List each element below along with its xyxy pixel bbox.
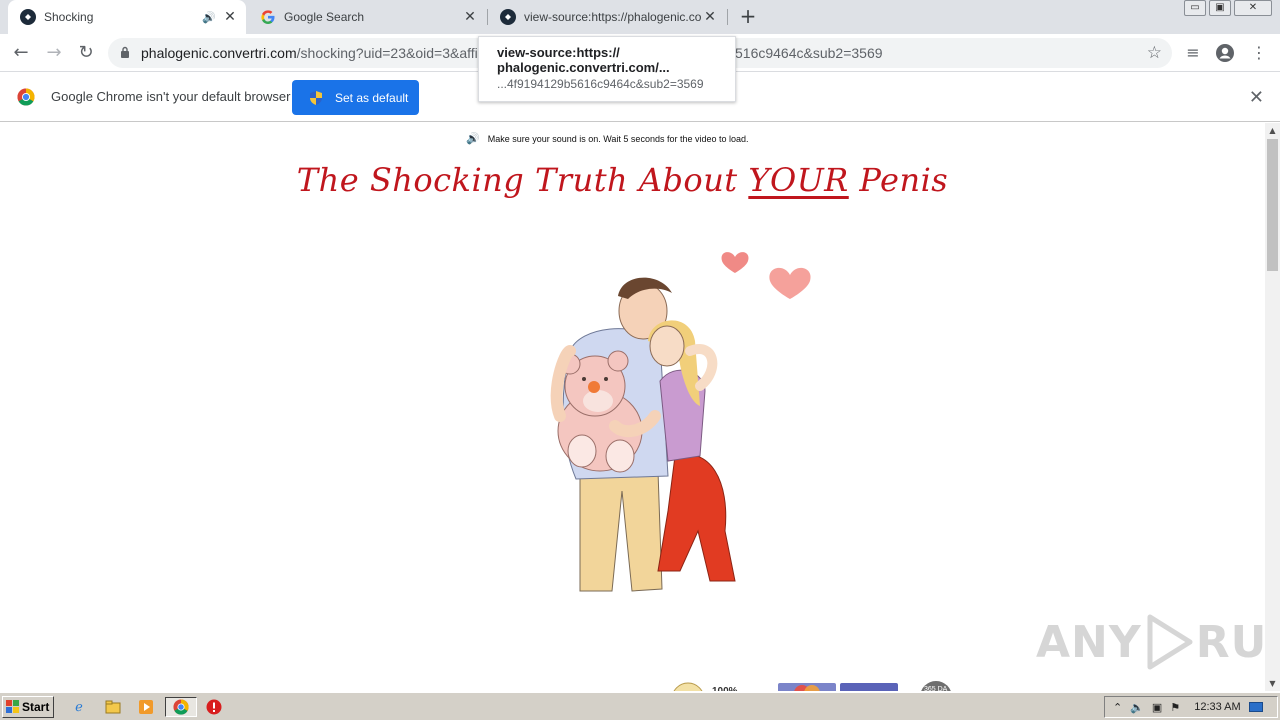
media-player-icon[interactable] <box>135 697 157 717</box>
infobar-close-icon[interactable]: ✕ <box>1249 87 1264 108</box>
tab-close-icon[interactable]: ✕ <box>702 9 718 25</box>
volume-icon[interactable]: 🔈 <box>1130 701 1144 714</box>
headline-part-1: The Shocking Truth About <box>296 161 749 199</box>
uac-shield-icon <box>310 90 322 105</box>
svg-text:365 DA: 365 DA <box>924 686 948 691</box>
internet-explorer-icon[interactable]: ℯ <box>68 697 90 717</box>
google-favicon-icon <box>260 9 276 25</box>
tab-strip: Shocking 🔊 ✕ Google Search ✕ view-source… <box>0 0 1280 34</box>
page-scrollbar[interactable]: ▲ ▼ <box>1265 123 1280 691</box>
minimize-button[interactable]: ▭ <box>1184 0 1206 16</box>
infobar-message: Google Chrome isn't your default browser <box>51 89 291 104</box>
speaker-icon: 🔊 <box>466 133 480 145</box>
trust-badges: 100% 365 DA <box>673 681 951 691</box>
tab-view-source[interactable]: view-source:https://phalogenic.conv ✕ <box>488 0 726 34</box>
back-arrow-icon[interactable]: ← <box>10 42 32 64</box>
profile-avatar-icon[interactable] <box>1215 43 1235 63</box>
url-tail: 516c9464c&sub2=3569 <box>735 45 883 61</box>
tab-close-icon[interactable]: ✕ <box>222 9 238 25</box>
scroll-down-arrow-icon[interactable]: ▼ <box>1265 676 1280 691</box>
url-path: /shocking?uid=23&oid=3&affi <box>296 45 478 61</box>
sound-note: 🔊 Make sure your sound is on. Wait 5 sec… <box>466 132 749 145</box>
watermark-right: RUN <box>1195 616 1265 668</box>
page-headline: The Shocking Truth About YOUR Penis <box>0 161 1245 199</box>
url-domain: phalogenic.convertri.com <box>141 45 297 61</box>
set-as-default-label: Set as default <box>335 90 409 105</box>
close-window-button[interactable]: ✕ <box>1234 0 1272 16</box>
start-label: Start <box>22 700 50 714</box>
headline-emphasis: YOUR <box>748 161 849 199</box>
tab-separator <box>727 9 728 25</box>
clock[interactable]: 12:33 AM <box>1194 701 1240 713</box>
windows-flag-icon <box>6 700 19 713</box>
stop-sign-icon[interactable] <box>203 697 225 717</box>
windows-taskbar: Start ℯ ⌃ 🔈 ▣ ⚑ 12:33 AM <box>0 692 1280 720</box>
headline-part-2: Penis <box>848 161 949 199</box>
new-tab-button[interactable]: + <box>738 6 758 26</box>
chrome-taskbar-icon[interactable] <box>165 697 197 717</box>
bookmark-star-icon[interactable]: ☆ <box>1147 43 1162 63</box>
tab-close-icon[interactable]: ✕ <box>462 9 478 25</box>
url-text[interactable]: phalogenic.convertri.com/shocking?uid=23… <box>141 45 478 61</box>
action-center-flag-icon[interactable]: ⚑ <box>1170 701 1180 714</box>
couple-illustration[interactable] <box>540 241 830 596</box>
site-favicon-icon <box>20 9 36 25</box>
watermark-left: ANY <box>1036 616 1142 668</box>
system-tray: ⌃ 🔈 ▣ ⚑ 12:33 AM <box>1104 696 1278 718</box>
tab-title: Shocking <box>44 10 94 24</box>
tab-title: Google Search <box>284 10 365 24</box>
tooltip-line-2: phalogenic.convertri.com/... <box>497 60 670 75</box>
anyrun-watermark: ANY RUN <box>1036 613 1265 671</box>
lock-icon[interactable] <box>120 46 130 59</box>
start-button[interactable]: Start <box>2 696 54 718</box>
tooltip-line-3: ...4f9194129b5616c9464c&sub2=3569 <box>497 77 704 91</box>
menu-kebab-icon[interactable]: ⋮ <box>1249 43 1269 63</box>
tab-google-search[interactable]: Google Search ✕ <box>248 0 486 34</box>
chrome-logo-icon <box>17 88 35 106</box>
restore-button[interactable]: ▣ <box>1209 0 1231 16</box>
tab-hover-tooltip: view-source:https:// phalogenic.convertr… <box>478 36 736 102</box>
svg-text:100%: 100% <box>712 686 738 691</box>
audio-playing-icon[interactable]: 🔊 <box>202 11 216 24</box>
set-as-default-button[interactable]: Set as default <box>292 80 419 115</box>
scroll-thumb[interactable] <box>1267 139 1278 271</box>
watermark-play-icon <box>1147 614 1193 670</box>
site-favicon-icon <box>500 9 516 25</box>
tray-expand-icon[interactable]: ⌃ <box>1113 701 1122 714</box>
media-controls-icon[interactable]: ≡ <box>1183 43 1203 63</box>
tab-shocking[interactable]: Shocking 🔊 ✕ <box>8 0 246 34</box>
file-explorer-icon[interactable] <box>102 697 124 717</box>
web-page: 🔊 Make sure your sound is on. Wait 5 sec… <box>0 123 1265 691</box>
reload-icon[interactable]: ↻ <box>75 42 97 64</box>
window-controls: ▭ ▣ ✕ <box>1181 0 1272 16</box>
network-icon[interactable]: ▣ <box>1152 701 1162 714</box>
tab-title: view-source:https://phalogenic.conv <box>524 10 702 24</box>
forward-arrow-icon[interactable]: → <box>43 42 65 64</box>
sound-note-text: Make sure your sound is on. Wait 5 secon… <box>487 133 749 144</box>
show-desktop-icon[interactable] <box>1248 702 1263 712</box>
tooltip-line-1: view-source:https:// <box>497 45 620 60</box>
scroll-up-arrow-icon[interactable]: ▲ <box>1265 123 1280 138</box>
